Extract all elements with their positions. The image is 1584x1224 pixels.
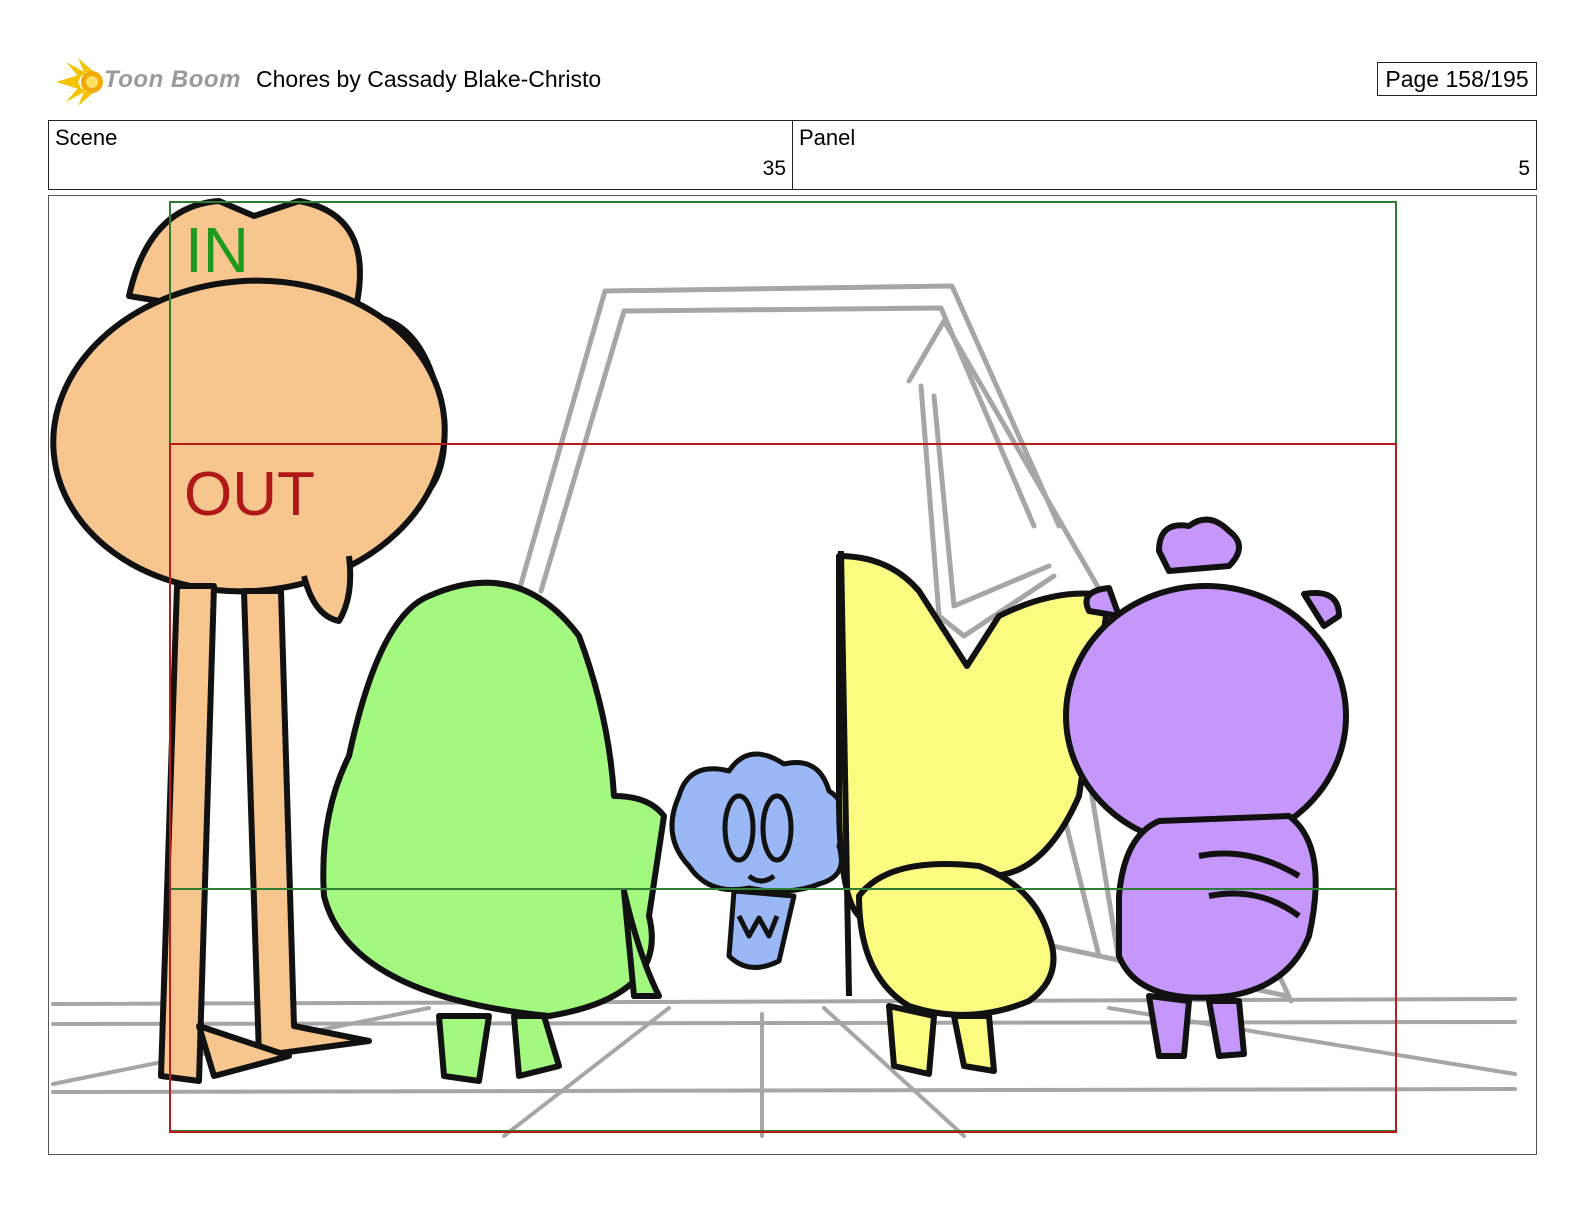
scene-panel-table: Scene 35 Panel 5 [48, 120, 1537, 190]
panel-label: Panel [799, 125, 856, 150]
storyboard-drawing [50, 198, 1517, 1138]
purple-character [1063, 516, 1349, 1059]
document-title: Chores by Cassady Blake-Christo [256, 66, 602, 92]
out-frame-label: OUT [184, 460, 315, 529]
page-indicator: Page 158/195 [1377, 62, 1537, 96]
in-frame-label: IN [185, 214, 249, 286]
scene-label: Scene [55, 125, 118, 150]
scene-number: 35 [762, 157, 786, 180]
logo-text: Toon Boom [104, 66, 241, 93]
panel-number: 5 [1518, 157, 1530, 180]
storyboard-panel: IN OUT [48, 195, 1537, 1155]
blue-character [669, 751, 848, 970]
panel-cell: Panel 5 [792, 121, 1536, 189]
green-character [320, 579, 667, 1084]
scene-cell: Scene 35 [49, 121, 792, 189]
